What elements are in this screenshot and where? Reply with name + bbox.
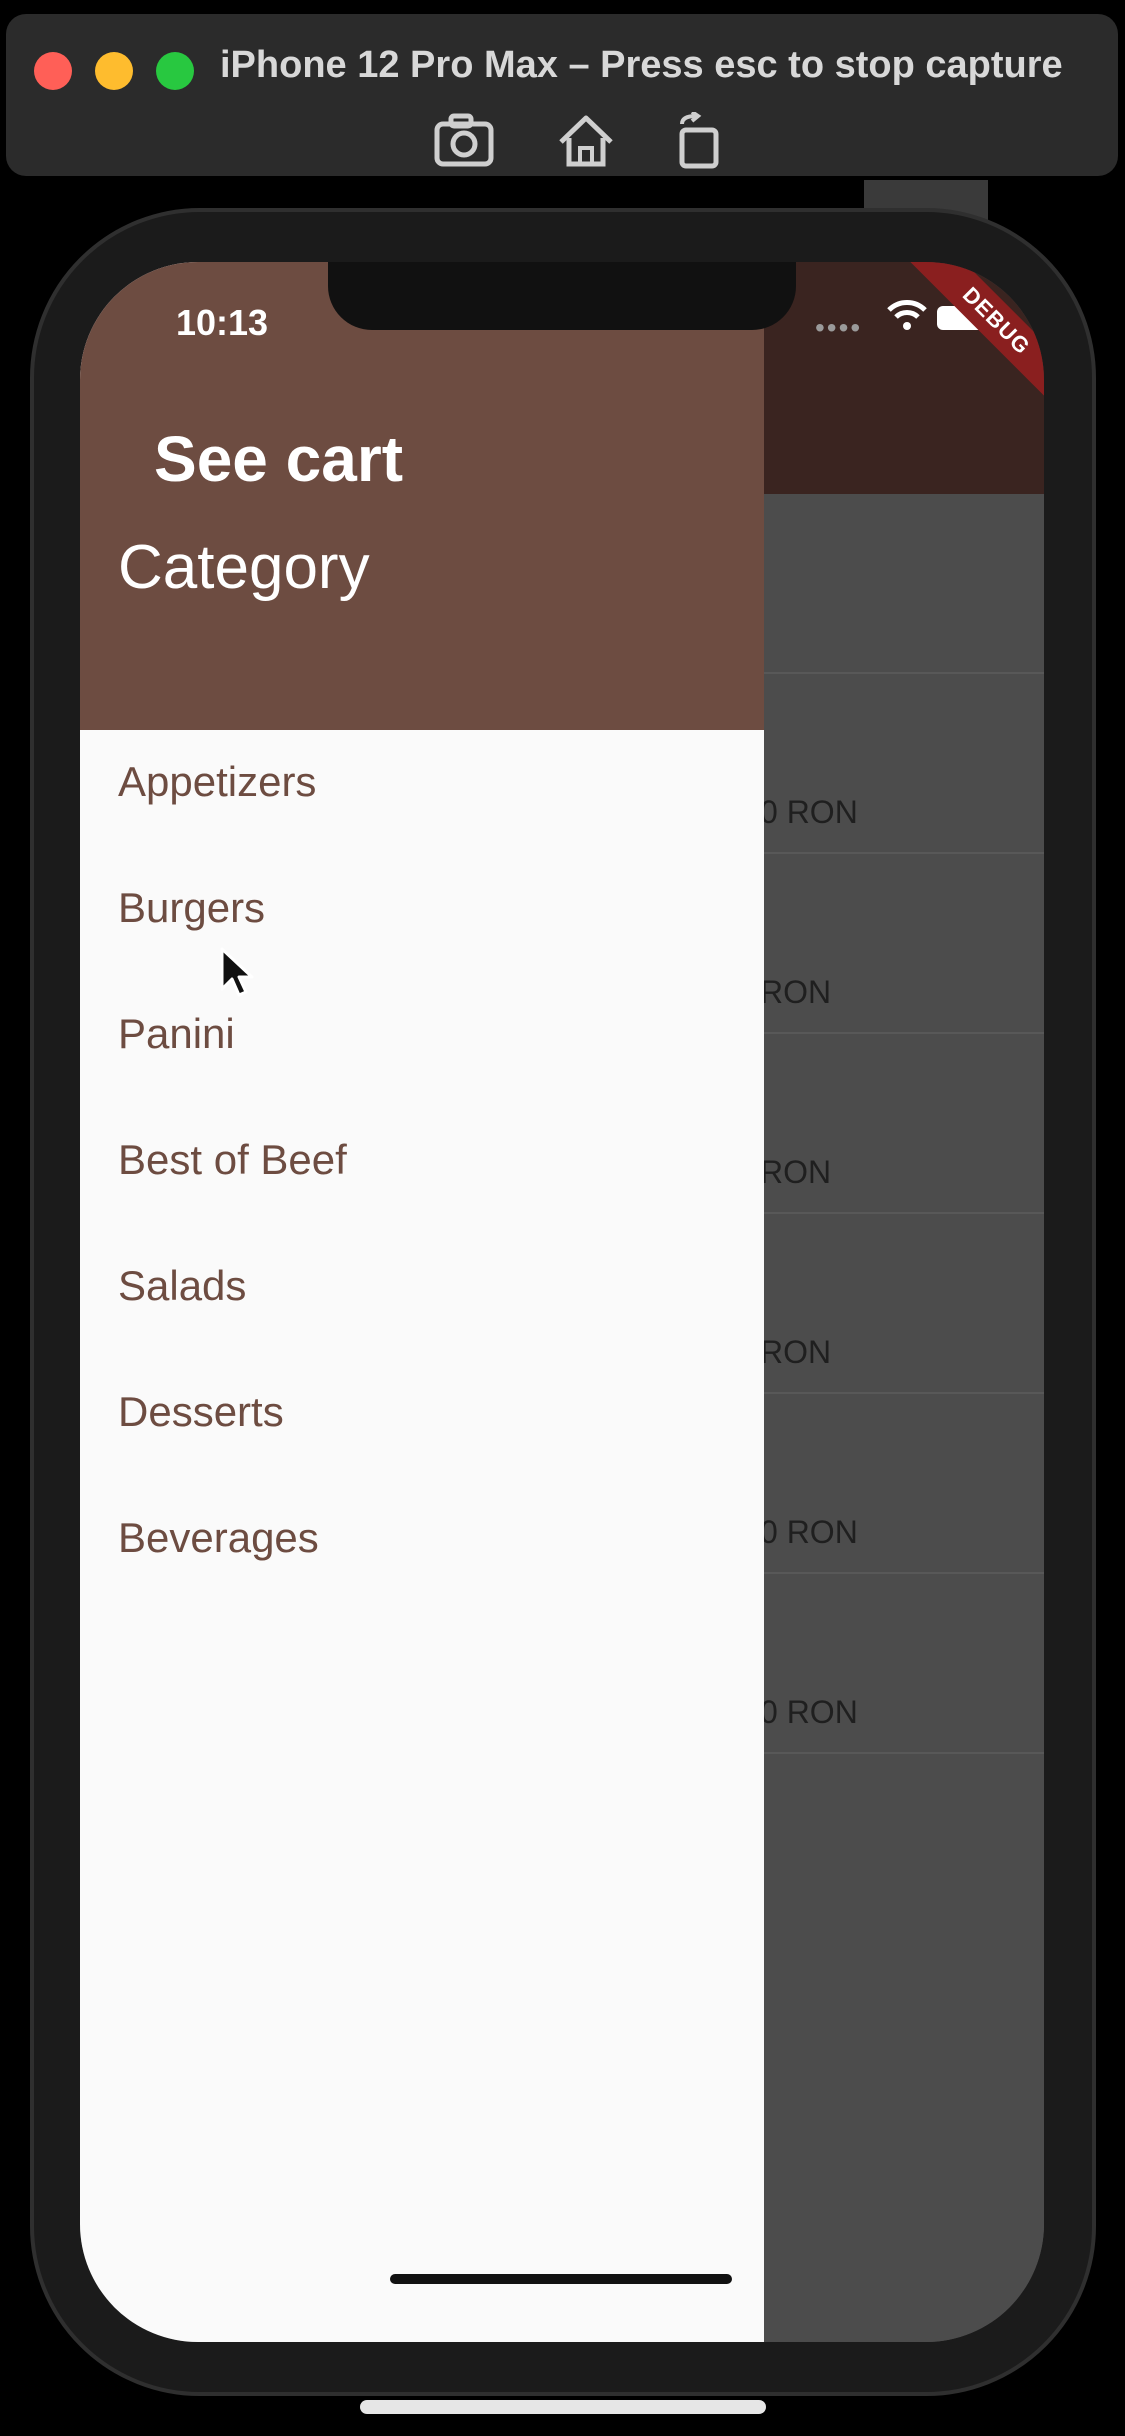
navigation-drawer: 10:13 See cart Category Appetizers Burge… — [80, 262, 764, 2342]
mouse-cursor-icon — [220, 947, 254, 999]
zoom-window-button[interactable] — [156, 52, 194, 90]
item-price: RON — [760, 974, 832, 1010]
category-item-salads[interactable]: Salads — [118, 1256, 246, 1316]
see-cart-button[interactable]: See cart — [154, 422, 403, 496]
category-item-burgers[interactable]: Burgers — [118, 878, 265, 938]
device-notch — [328, 262, 796, 330]
item-price: 0 RON — [760, 1694, 858, 1730]
camera-icon[interactable] — [431, 112, 497, 170]
category-item-desserts[interactable]: Desserts — [118, 1382, 284, 1442]
capture-title: iPhone 12 Pro Max – Press esc to stop ca… — [220, 44, 1063, 86]
drawer-title: Category — [118, 533, 370, 602]
item-price: 0 RON — [760, 1514, 858, 1550]
item-price: RON — [760, 1154, 832, 1190]
close-window-button[interactable] — [34, 52, 72, 90]
category-item-appetizers[interactable]: Appetizers — [118, 752, 316, 812]
item-price: RON — [760, 1334, 832, 1370]
simulator-stage: iPhone 12 Pro Max – Press esc to stop ca… — [0, 0, 1125, 2436]
minimize-window-button[interactable] — [95, 52, 133, 90]
rotate-icon[interactable] — [666, 110, 732, 170]
home-icon[interactable] — [553, 112, 619, 170]
home-indicator[interactable] — [390, 2274, 732, 2284]
signal-icon: •••• — [815, 312, 863, 343]
drawer-header: 10:13 See cart Category — [80, 262, 764, 730]
item-price: 0 RON — [760, 794, 858, 830]
category-item-beverages[interactable]: Beverages — [118, 1508, 319, 1568]
wifi-icon — [887, 298, 927, 337]
category-item-best-of-beef[interactable]: Best of Beef — [118, 1130, 347, 1190]
capture-toolbar: iPhone 12 Pro Max – Press esc to stop ca… — [6, 14, 1118, 176]
device-screen: 0 RON RON RON RON 0 RON 0 RON •••• DEBUG… — [80, 262, 1044, 2342]
status-time: 10:13 — [176, 302, 269, 343]
simulator-bottom-bar — [360, 2400, 766, 2414]
category-item-panini[interactable]: Panini — [118, 1004, 235, 1064]
